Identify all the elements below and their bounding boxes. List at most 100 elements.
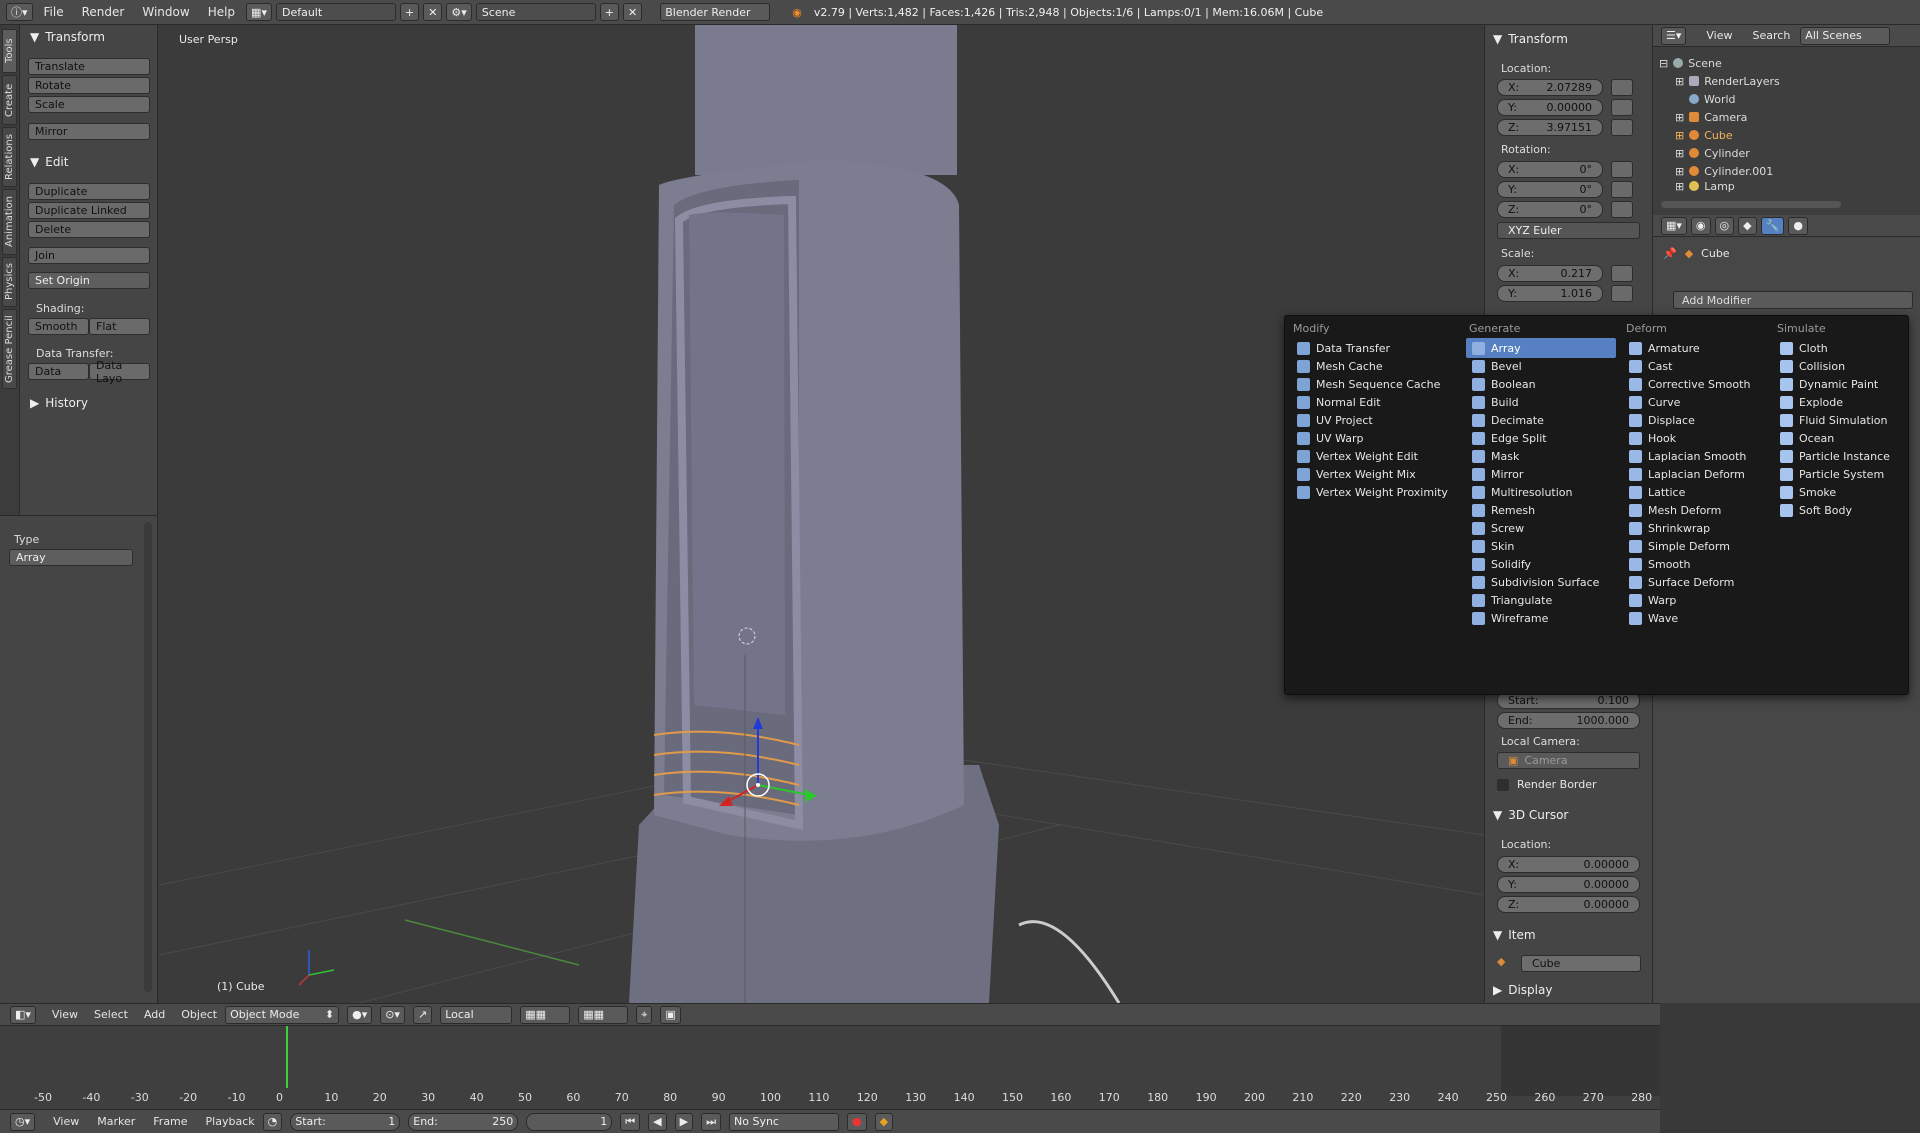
- outliner-row-renderlayers[interactable]: ⊞ RenderLayers: [1675, 72, 1780, 90]
- menu-object[interactable]: Object: [181, 1008, 217, 1021]
- modifier-item-multiresolution[interactable]: Multiresolution: [1466, 482, 1616, 502]
- modifier-item-mesh-cache[interactable]: Mesh Cache: [1291, 356, 1461, 376]
- menu-select[interactable]: Select: [94, 1008, 128, 1021]
- modifier-item-build[interactable]: Build: [1466, 392, 1616, 412]
- layers-icon[interactable]: ▦▦: [520, 1005, 571, 1024]
- remove-layout-icon[interactable]: ✕: [423, 3, 443, 21]
- modifier-item-shrinkwrap[interactable]: Shrinkwrap: [1623, 518, 1768, 538]
- modifier-item-solidify[interactable]: Solidify: [1466, 554, 1616, 574]
- modifier-item-laplacian-deform[interactable]: Laplacian Deform: [1623, 464, 1768, 484]
- lock-icon[interactable]: [1611, 265, 1633, 282]
- modifier-item-wave[interactable]: Wave: [1623, 608, 1768, 628]
- modifier-item-surface-deform[interactable]: Surface Deform: [1623, 572, 1768, 592]
- tab-animation[interactable]: Animation: [2, 189, 17, 255]
- menu-marker[interactable]: Marker: [97, 1115, 135, 1128]
- modifier-item-array[interactable]: Array: [1466, 338, 1616, 358]
- pin-icon[interactable]: 📌: [1663, 247, 1677, 260]
- delete-button[interactable]: Delete: [28, 221, 150, 238]
- location-x-field[interactable]: X: 2.07289: [1497, 79, 1603, 96]
- modifier-item-cast[interactable]: Cast: [1623, 356, 1768, 376]
- tab-relations[interactable]: Relations: [2, 127, 17, 187]
- location-y-field[interactable]: Y: 0.00000: [1497, 99, 1603, 116]
- mirror-button[interactable]: Mirror: [28, 123, 150, 140]
- modifier-item-displace[interactable]: Displace: [1623, 410, 1768, 430]
- outliner-row-cylinder-001[interactable]: ⊞ Cylinder.001: [1675, 162, 1773, 180]
- modifier-type-select[interactable]: Array: [9, 549, 133, 566]
- manipulator-icon[interactable]: ↗: [412, 1005, 433, 1024]
- lock-icon[interactable]: [1611, 181, 1633, 198]
- material-tab-icon[interactable]: ●: [1788, 216, 1808, 235]
- outliner-row-world[interactable]: World: [1689, 90, 1736, 108]
- translate-button[interactable]: Translate: [28, 58, 150, 75]
- rotate-button[interactable]: Rotate: [28, 77, 150, 94]
- modifier-item-mirror[interactable]: Mirror: [1466, 464, 1616, 484]
- timeline[interactable]: -50 -40 -30 -20 -10 0 10 20 30 40 50 60 70 80 90 100 110…: [0, 1025, 1660, 1109]
- menu-render[interactable]: Render: [75, 5, 132, 19]
- modifier-item-screw[interactable]: Screw: [1466, 518, 1616, 538]
- history-panel-header[interactable]: ▶ History: [22, 393, 156, 413]
- menu-frame[interactable]: Frame: [153, 1115, 187, 1128]
- modifier-item-uv-project[interactable]: UV Project: [1291, 410, 1461, 430]
- tab-grease-pencil[interactable]: Grease Pencil: [2, 309, 17, 389]
- lock-icon[interactable]: [1611, 79, 1633, 96]
- lock-icon[interactable]: [1611, 99, 1633, 116]
- modifier-item-mask[interactable]: Mask: [1466, 446, 1616, 466]
- outliner-row-cube[interactable]: ⊞ Cube: [1675, 126, 1733, 144]
- modifier-item-hook[interactable]: Hook: [1623, 428, 1768, 448]
- play-icon[interactable]: ▶: [674, 1112, 694, 1131]
- scene-field[interactable]: Scene: [475, 3, 596, 21]
- item-name-field[interactable]: Cube: [1521, 955, 1641, 972]
- properties-editor-icon[interactable]: ▦▾: [1661, 216, 1687, 235]
- outliner-row-lamp[interactable]: ⊞ Lamp: [1675, 180, 1735, 192]
- shading-icon[interactable]: ●▾: [347, 1005, 373, 1024]
- remove-scene-icon[interactable]: ✕: [623, 3, 643, 21]
- current-frame-field[interactable]: 1: [526, 1112, 613, 1131]
- lock-icon[interactable]: [1611, 119, 1633, 136]
- end-frame-field[interactable]: End: 250: [408, 1112, 519, 1131]
- sync-select[interactable]: No Sync: [729, 1112, 839, 1131]
- editor-type-icon[interactable]: ◧▾: [10, 1005, 36, 1024]
- modifier-item-vertex-weight-mix[interactable]: Vertex Weight Mix: [1291, 464, 1461, 484]
- tab-tools[interactable]: Tools: [2, 29, 17, 73]
- scale-x-field[interactable]: X: 0.217: [1497, 265, 1603, 282]
- scale-button[interactable]: Scale: [28, 96, 150, 113]
- data-layout-button[interactable]: Data Layo: [89, 359, 150, 385]
- item-panel-header[interactable]: ▼ Item: [1485, 925, 1536, 945]
- tab-physics[interactable]: Physics: [2, 257, 17, 307]
- modifier-item-simple-deform[interactable]: Simple Deform: [1623, 536, 1768, 556]
- modifier-item-data-transfer[interactable]: Data Transfer: [1291, 338, 1461, 358]
- render-icon[interactable]: ▣: [660, 1005, 681, 1024]
- menu-search[interactable]: Search: [1753, 29, 1791, 42]
- render-engine-select[interactable]: Blender Render: [660, 3, 771, 21]
- menu-view[interactable]: View: [53, 1115, 79, 1128]
- scene-tab-icon[interactable]: ◎: [1714, 216, 1735, 235]
- modifier-item-particle-instance[interactable]: Particle Instance: [1774, 446, 1904, 466]
- rotation-x-field[interactable]: X: 0°: [1497, 161, 1603, 178]
- modifier-item-subdivision-surface[interactable]: Subdivision Surface: [1466, 572, 1616, 592]
- modifier-tab-icon[interactable]: 🔧: [1760, 216, 1785, 235]
- modifier-item-vertex-weight-edit[interactable]: Vertex Weight Edit: [1291, 446, 1461, 466]
- modifier-item-collision[interactable]: Collision: [1774, 356, 1904, 376]
- operator-scrollbar[interactable]: [144, 522, 152, 992]
- mode-select[interactable]: Object Mode ⬍: [225, 1005, 340, 1024]
- modifier-item-curve[interactable]: Curve: [1623, 392, 1768, 412]
- modifier-item-mesh-sequence-cache[interactable]: Mesh Sequence Cache: [1291, 374, 1461, 394]
- outliner-row-scene[interactable]: ⊟ Scene: [1659, 54, 1722, 72]
- layout-icon[interactable]: ▦▾: [246, 3, 272, 21]
- modifier-item-bevel[interactable]: Bevel: [1466, 356, 1616, 376]
- add-layout-icon[interactable]: +: [399, 3, 420, 21]
- modifier-item-normal-edit[interactable]: Normal Edit: [1291, 392, 1461, 412]
- edit-panel-header[interactable]: ▼ Edit: [22, 152, 156, 172]
- scale-y-field[interactable]: Y: 1.016: [1497, 285, 1603, 302]
- rotation-z-field[interactable]: Z: 0°: [1497, 201, 1603, 218]
- lock-icon[interactable]: [1611, 201, 1633, 218]
- display-panel-header[interactable]: ▶ Display: [1485, 980, 1552, 1000]
- outliner-editor-icon[interactable]: ☰▾: [1661, 26, 1687, 45]
- modifier-item-warp[interactable]: Warp: [1623, 590, 1768, 610]
- modifier-item-wireframe[interactable]: Wireframe: [1466, 608, 1616, 628]
- rotation-mode-select[interactable]: XYZ Euler: [1497, 222, 1640, 239]
- modifier-item-fluid-simulation[interactable]: Fluid Simulation: [1774, 410, 1904, 430]
- modifier-item-smoke[interactable]: Smoke: [1774, 482, 1904, 502]
- menu-window[interactable]: Window: [135, 5, 196, 19]
- modifier-item-corrective-smooth[interactable]: Corrective Smooth: [1623, 374, 1768, 394]
